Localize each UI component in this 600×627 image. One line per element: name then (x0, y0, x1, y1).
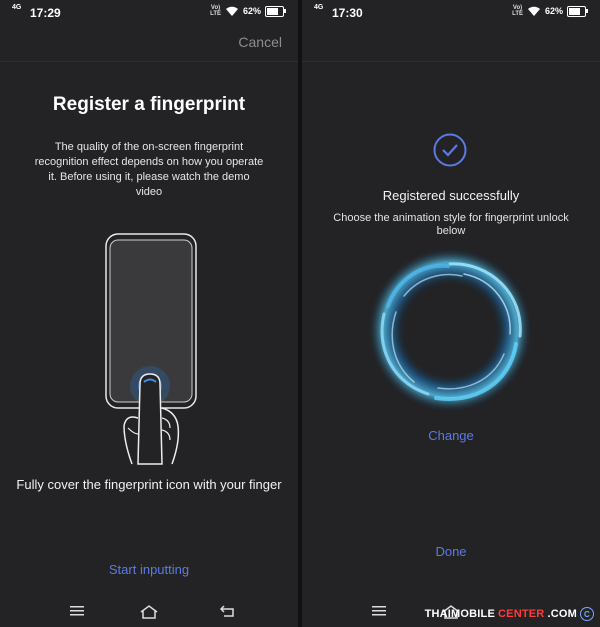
left-phone-screen: 4G 17:29 Vo) LTE 62% Cancel Register a fi… (0, 0, 298, 627)
battery-icon (265, 5, 286, 17)
battery-icon (567, 5, 588, 17)
description-text: The quality of the on-screen fingerprint… (34, 141, 264, 198)
instruction-text: Fully cover the fingerprint icon with yo… (16, 477, 282, 492)
screenshot-comparison: 4G 17:29 Vo) LTE 62% Cancel Register a fi… (0, 0, 600, 627)
watermark-text-2: CENTER (498, 608, 545, 620)
right-phone-screen: 4G 17:30 Vo) LTE 62% Registered successfu… (302, 0, 600, 627)
choose-animation-text: Choose the animation style for fingerpri… (333, 212, 569, 237)
menu-icon[interactable] (70, 605, 84, 617)
status-bar: 4G 17:30 Vo) LTE 62% (302, 0, 600, 24)
volte-indicator: Vo) LTE (210, 5, 221, 17)
status-bar: 4G 17:29 Vo) LTE 62% (0, 0, 298, 24)
navigation-bar (0, 601, 298, 627)
network-indicator: 4G (314, 4, 324, 11)
home-icon[interactable] (140, 605, 158, 619)
watermark-text-1: THAIMOBILE (424, 608, 496, 620)
watermark-symbol: C (580, 607, 594, 621)
back-icon[interactable] (220, 605, 234, 617)
cancel-button[interactable]: Cancel (238, 34, 282, 50)
change-animation-button[interactable]: Change (302, 428, 600, 443)
status-time: 17:29 (30, 6, 61, 20)
header-divider (0, 61, 298, 62)
start-inputting-button[interactable]: Start inputting (0, 562, 298, 577)
check-circle-icon (433, 133, 467, 167)
volte-indicator: Vo) LTE (512, 5, 523, 17)
wifi-icon (527, 6, 541, 17)
watermark: THAIMOBILE CENTER .COM C (425, 607, 594, 621)
network-indicator: 4G (12, 4, 22, 11)
watermark-text-3: .COM (547, 608, 577, 620)
menu-icon[interactable] (372, 605, 386, 617)
fingerprint-demo-illustration (105, 233, 197, 465)
wifi-icon (225, 6, 239, 17)
fingerprint-animation-ring (368, 248, 532, 412)
done-button[interactable]: Done (302, 544, 600, 559)
battery-percentage: 62% (242, 6, 261, 16)
registered-success-text: Registered successfully (382, 188, 520, 203)
battery-percentage: 62% (544, 6, 563, 16)
page-title: Register a fingerprint (52, 94, 246, 115)
status-time: 17:30 (332, 6, 363, 20)
header-divider (302, 61, 600, 62)
